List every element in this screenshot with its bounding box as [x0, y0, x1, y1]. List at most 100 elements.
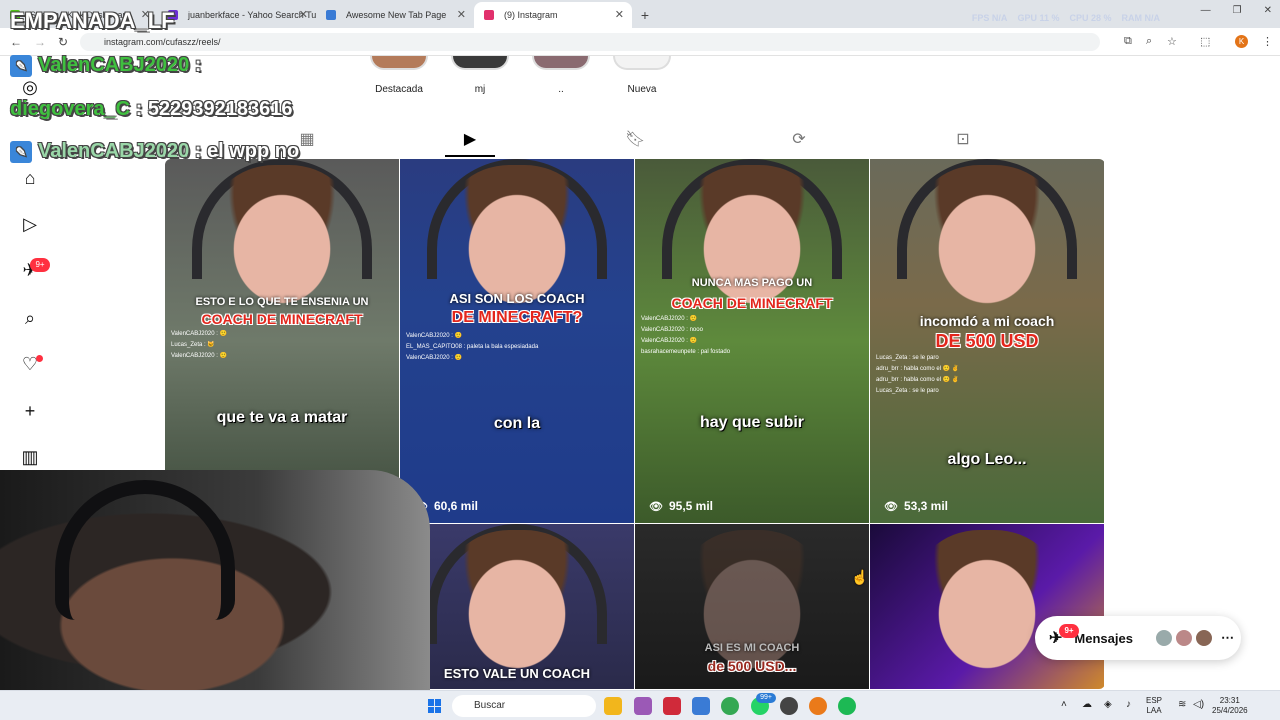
tab-tagged-icon[interactable]: ⊡ [953, 130, 973, 150]
active-tab-indicator [445, 155, 495, 157]
views-count: 53,3 mil [903, 499, 948, 513]
new-tab-button[interactable]: + [632, 2, 658, 28]
tab-reposts-icon[interactable]: ⟳ [789, 130, 809, 150]
tab-new-tab-page[interactable]: Awesome New Tab Page ✕ [316, 2, 474, 28]
windows-taskbar: Buscar 99+ ˄ ☁ ◈ ♪ ESP LAA ≋ ◁) 23:31 25/4… [0, 690, 1280, 720]
minimize-icon[interactable]: — [1201, 5, 1211, 16]
thumbnail-face [207, 165, 357, 305]
volume-icon[interactable]: ◁) [1193, 700, 1204, 710]
app-icon[interactable] [780, 697, 798, 715]
zoom-icon[interactable]: ⌕ [1146, 35, 1152, 48]
reel-chat-overlay: ValenCABJ2020 : 🙂 EL_MAS_CAPITO08 : pale… [406, 331, 538, 364]
highlight-label: .. [558, 84, 564, 95]
install-app-icon[interactable]: ⧉ [1124, 35, 1132, 48]
office-icon[interactable] [663, 697, 681, 715]
webcam-overlay [0, 470, 430, 692]
create-plus-icon[interactable]: + [19, 400, 41, 422]
reel-chat-overlay: ValenCABJ2020 : 🙂 ValenCABJ2020 : nooo V… [641, 314, 730, 358]
instagram-logo-icon[interactable]: ◎ [19, 76, 41, 98]
messages-badge: 9+ [30, 258, 50, 272]
whatsapp-badge: 99+ [756, 693, 776, 703]
highlight-nueva[interactable]: Nueva [607, 56, 677, 95]
highlight-label: Nueva [627, 84, 657, 95]
language-indicator[interactable]: ESP LAA [1146, 696, 1162, 716]
home-icon[interactable]: ⌂ [19, 167, 41, 189]
avatar [1154, 629, 1173, 647]
overlay-chat-line: ✎ ValenCABJ2020 : [10, 54, 201, 77]
reel-card[interactable] [870, 524, 1104, 689]
close-icon[interactable]: ✕ [299, 8, 308, 21]
views-count: 60,6 mil [433, 499, 478, 513]
tab-label: Awesome New Tab Page [346, 10, 447, 20]
dashboard-icon[interactable]: ▥ [19, 446, 41, 468]
tab-reels-icon[interactable]: ▶ [460, 130, 480, 150]
overlay-chat-line: ✎ ValenCABJ2020 : el wpp no [10, 140, 299, 163]
reel-card[interactable]: ASI ES MI COACH de 500 USD... [635, 524, 869, 689]
reel-card[interactable]: incomdó a mi coach DE 500 USD Lucas_Zeta… [870, 159, 1104, 523]
forward-icon[interactable]: → [34, 35, 46, 49]
extensions-icon[interactable]: ⬚ [1200, 35, 1210, 48]
close-icon[interactable]: ✕ [615, 8, 624, 21]
restore-icon[interactable]: ❐ [1233, 5, 1242, 16]
chevron-up-icon[interactable]: ˄ [1061, 700, 1067, 710]
bookmark-star-icon[interactable]: ☆ [1167, 35, 1177, 48]
copilot-icon[interactable] [634, 697, 652, 715]
tab-label: juanberkface - Yahoo Search Tu [188, 10, 316, 20]
profile-avatar[interactable]: K [1235, 35, 1248, 48]
tab-instagram[interactable]: (9) Instagram ✕ [474, 2, 632, 28]
reel-caption-mid: que te va a matar [216, 409, 348, 426]
highlight-destacada[interactable]: Destacada [364, 56, 434, 95]
highlight-thumb [451, 56, 509, 70]
taskbar-search[interactable]: Buscar [452, 695, 596, 717]
reel-card[interactable]: ESTO VALE UN COACH [400, 524, 634, 689]
lang-top: ESP [1146, 696, 1163, 705]
windows-start-icon[interactable] [428, 699, 442, 713]
chat-badge-icon: ✎ [10, 140, 32, 163]
reel-caption-top: ASI SON LOS COACH [449, 291, 585, 306]
headset-shape [55, 480, 235, 620]
wifi-icon[interactable]: ≋ [1178, 700, 1186, 710]
tab-strip: Stream - Kick Dashboard ✕ juanberkface - … [0, 0, 1280, 28]
close-icon[interactable]: ✕ [457, 8, 466, 21]
reels-icon[interactable]: ▷ [19, 213, 41, 235]
mic-icon[interactable]: ♪ [1126, 700, 1131, 710]
reel-card[interactable]: ESTO E LO QUE TE ENSENIA UN COACH DE MIN… [165, 159, 399, 523]
back-icon[interactable]: ← [10, 35, 22, 49]
close-window-icon[interactable]: ✕ [1264, 5, 1272, 16]
search-icon[interactable]: ⌕ [19, 307, 41, 329]
chat-line: Lucas_Zeta : 🐱 [171, 342, 215, 348]
store-icon[interactable] [692, 697, 710, 715]
messages-pill[interactable]: ✈ 9+ Mensajes ⋯ [1035, 616, 1241, 660]
cloud-icon[interactable]: ☁ [1082, 700, 1092, 710]
chrome-icon[interactable] [721, 697, 739, 715]
tab-saved-bookmark-icon[interactable]: 🔖︎ [625, 130, 645, 150]
chat-line: ValenCABJ2020 : 🙂 [171, 331, 228, 337]
messages-badge: 9+ [1059, 624, 1079, 638]
reel-caption-red: COACH DE MINECRAFT [201, 311, 363, 327]
network-icon[interactable]: ◈ [1104, 700, 1112, 710]
chat-line: adru_brr : habla como el 🙂 ✌ [876, 366, 960, 372]
chrome-profile-icon[interactable] [809, 697, 827, 715]
spotify-icon[interactable] [838, 697, 856, 715]
reload-icon[interactable]: ↻ [58, 35, 68, 49]
menu-kebab-icon[interactable]: ⋮ [1262, 35, 1273, 48]
avatar [1174, 629, 1193, 647]
url-field[interactable]: instagram.com/cufaszz/reels/ [80, 33, 1100, 51]
reel-caption-top: ASI ES MI COACH [704, 642, 800, 654]
notification-dot [36, 355, 43, 362]
chat-user: ValenCABJ2020 [38, 54, 190, 76]
chat-line: adru_brr : habla como el 🙂 ✌ [876, 377, 960, 383]
search-placeholder: Buscar [474, 700, 506, 711]
tab-yahoo[interactable]: juanberkface - Yahoo Search Tu ✕ [158, 2, 316, 28]
reel-caption-red: DE MINECRAFT? [451, 309, 583, 326]
thumbnail-face [912, 165, 1062, 305]
file-explorer-icon[interactable] [604, 697, 622, 715]
highlight-dots[interactable]: .. [526, 56, 596, 95]
messages-label: Mensajes [1074, 630, 1133, 646]
highlight-mj[interactable]: mj [445, 56, 515, 95]
chat-line: ValenCABJ2020 : 🙂 [406, 355, 463, 361]
clock[interactable]: 23:31 25/4/2026 [1212, 696, 1248, 716]
reel-card[interactable]: ASI SON LOS COACH DE MINECRAFT? ValenCAB… [400, 159, 634, 523]
reel-card[interactable]: NUNCA MAS PAGO UN COACH DE MINECRAFT Val… [635, 159, 869, 523]
tab-posts-grid-icon[interactable]: ▦ [297, 130, 317, 150]
